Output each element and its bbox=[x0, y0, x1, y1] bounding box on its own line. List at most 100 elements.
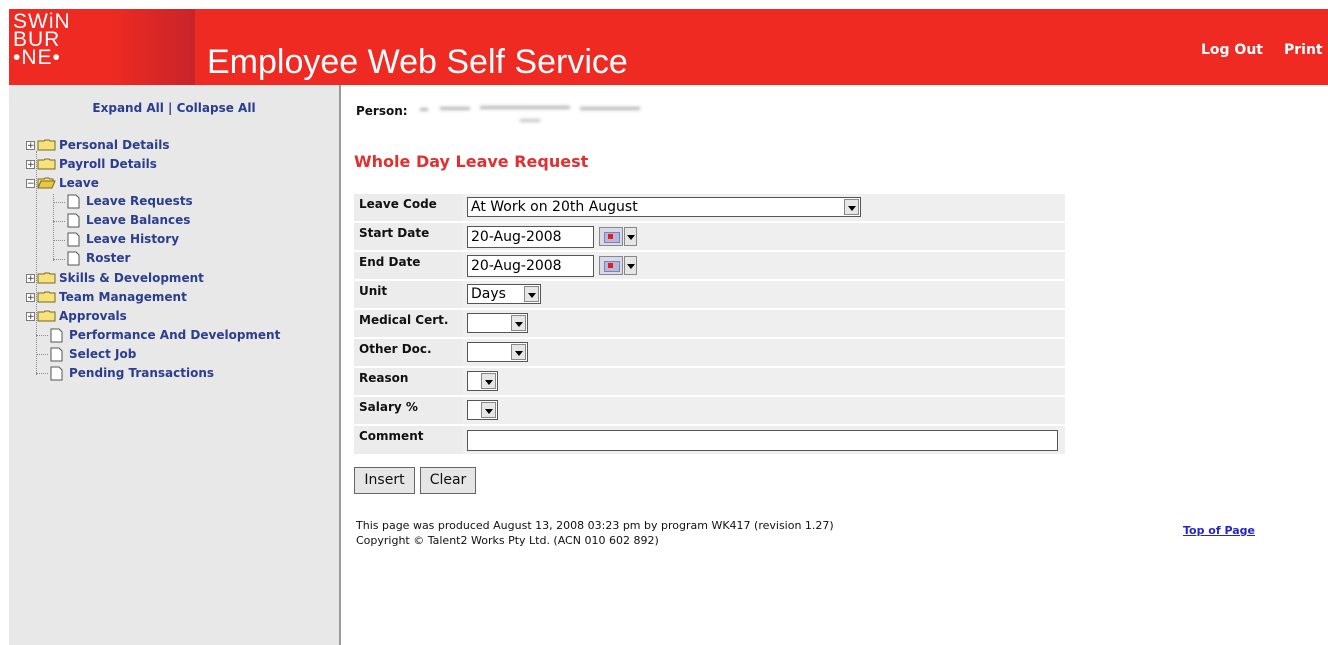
end-date-label: End Date bbox=[359, 255, 421, 269]
swinburne-logo: SWiN BUR •NE• bbox=[9, 9, 195, 85]
sidebar-item-label: Approvals bbox=[59, 309, 127, 323]
unit-select[interactable]: Days bbox=[467, 284, 541, 304]
comment-label: Comment bbox=[359, 429, 424, 443]
footer-produced-text: This page was produced August 13, 2008 0… bbox=[356, 519, 834, 532]
page-icon bbox=[50, 366, 63, 380]
collapse-minus-icon[interactable]: − bbox=[26, 178, 35, 188]
dropdown-arrow-icon[interactable] bbox=[524, 286, 539, 302]
dropdown-arrow-icon[interactable] bbox=[511, 315, 526, 331]
dropdown-arrow-icon[interactable] bbox=[511, 344, 526, 360]
sidebar-item-personal-details[interactable]: + Personal Details bbox=[26, 136, 169, 154]
page-icon bbox=[67, 194, 80, 208]
sidebar-item-skills-development[interactable]: + Skills & Development bbox=[26, 269, 204, 287]
tree-line bbox=[36, 373, 48, 374]
sidebar-item-label: Leave bbox=[59, 176, 99, 190]
folder-icon bbox=[37, 310, 56, 322]
start-date-input[interactable]: 20-Aug-2008 bbox=[467, 226, 594, 248]
tree-line bbox=[53, 259, 65, 260]
redacted-person-name bbox=[420, 106, 640, 122]
sidebar-item-label: Team Management bbox=[59, 290, 187, 304]
other-doc-label: Other Doc. bbox=[359, 342, 432, 356]
sidebar-item-label: Roster bbox=[86, 251, 131, 265]
salary-label: Salary % bbox=[359, 400, 418, 414]
leave-code-label: Leave Code bbox=[359, 197, 437, 211]
logo-text: SWiN BUR •NE• bbox=[13, 10, 71, 69]
sidebar-item-label: Pending Transactions bbox=[69, 366, 215, 380]
sidebar-item-leave-requests[interactable]: Leave Requests bbox=[67, 192, 193, 210]
sidebar-item-team-management[interactable]: + Team Management bbox=[26, 288, 187, 306]
sidebar-item-label: Leave Balances bbox=[86, 213, 191, 227]
sidebar-item-roster[interactable]: Roster bbox=[67, 249, 130, 267]
salary-row: Salary % bbox=[354, 397, 1065, 426]
reason-label: Reason bbox=[359, 371, 409, 385]
expand-plus-icon[interactable]: + bbox=[26, 292, 35, 302]
sidebar-item-leave-history[interactable]: Leave History bbox=[67, 230, 179, 248]
expand-plus-icon[interactable]: + bbox=[26, 311, 35, 321]
expand-collapse-bar: Expand All | Collapse All bbox=[9, 101, 339, 115]
expand-plus-icon[interactable]: + bbox=[26, 140, 35, 150]
medical-cert-select[interactable] bbox=[467, 313, 528, 333]
expand-separator: | bbox=[163, 101, 177, 115]
leave-code-row: Leave Code At Work on 20th August bbox=[354, 194, 1065, 223]
comment-row: Comment bbox=[354, 426, 1065, 456]
tree-line bbox=[53, 221, 65, 222]
end-date-input[interactable]: 20-Aug-2008 bbox=[467, 255, 594, 277]
dropdown-arrow-icon[interactable] bbox=[481, 373, 496, 389]
sidebar-item-leave-balances[interactable]: Leave Balances bbox=[67, 211, 190, 229]
page-icon bbox=[67, 251, 80, 265]
dropdown-arrow-icon[interactable] bbox=[481, 402, 496, 418]
leave-code-select[interactable]: At Work on 20th August bbox=[467, 197, 861, 217]
page-footer: This page was produced August 13, 2008 0… bbox=[356, 518, 834, 548]
app-title: Employee Web Self Service bbox=[207, 43, 628, 81]
tree-line bbox=[53, 240, 65, 241]
expand-plus-icon[interactable]: + bbox=[26, 273, 35, 283]
collapse-all-link[interactable]: Collapse All bbox=[177, 101, 256, 115]
sidebar-item-performance-development[interactable]: Performance And Development bbox=[50, 326, 280, 344]
tree-line bbox=[36, 354, 48, 355]
clear-button[interactable]: Clear bbox=[420, 467, 476, 494]
top-of-page-link[interactable]: Top of Page bbox=[1183, 524, 1255, 537]
medical-cert-row: Medical Cert. bbox=[354, 310, 1065, 339]
page-title: Whole Day Leave Request bbox=[354, 152, 589, 171]
app-header: SWiN BUR •NE• Employee Web Self Service … bbox=[9, 9, 1328, 85]
logout-link[interactable]: Log Out bbox=[1201, 42, 1263, 58]
insert-button[interactable]: Insert bbox=[354, 467, 415, 494]
open-folder-icon bbox=[37, 177, 56, 189]
unit-value: Days bbox=[471, 286, 506, 302]
sidebar-item-payroll-details[interactable]: + Payroll Details bbox=[26, 155, 157, 173]
calendar-icon bbox=[599, 227, 623, 246]
person-label: Person: bbox=[356, 104, 408, 118]
start-date-row: Start Date 20-Aug-2008 bbox=[354, 223, 1065, 252]
sidebar-item-leave[interactable]: − Leave bbox=[26, 174, 99, 192]
salary-select[interactable] bbox=[467, 400, 498, 420]
reason-row: Reason bbox=[354, 368, 1065, 397]
calendar-icon bbox=[599, 256, 623, 275]
expand-plus-icon[interactable]: + bbox=[26, 159, 35, 169]
other-doc-select[interactable] bbox=[467, 342, 528, 362]
start-date-calendar-button[interactable] bbox=[599, 227, 639, 246]
sidebar-item-label: Leave Requests bbox=[86, 194, 193, 208]
tree-line bbox=[36, 335, 37, 375]
page-icon bbox=[67, 213, 80, 227]
end-date-calendar-button[interactable] bbox=[599, 256, 639, 275]
comment-input[interactable] bbox=[467, 430, 1058, 451]
print-link[interactable]: Print bbox=[1284, 42, 1323, 58]
sidebar-item-label: Performance And Development bbox=[69, 328, 281, 342]
folder-icon bbox=[37, 139, 56, 151]
tree-line bbox=[53, 194, 54, 261]
sidebar-item-select-job[interactable]: Select Job bbox=[50, 345, 136, 363]
start-date-label: Start Date bbox=[359, 226, 430, 240]
sidebar-item-label: Select Job bbox=[69, 347, 137, 361]
dropdown-arrow-icon bbox=[624, 227, 637, 246]
expand-all-link[interactable]: Expand All bbox=[92, 101, 163, 115]
sidebar-item-approvals[interactable]: + Approvals bbox=[26, 307, 127, 325]
page-icon bbox=[50, 328, 63, 342]
folder-icon bbox=[37, 272, 56, 284]
sidebar-item-pending-transactions[interactable]: Pending Transactions bbox=[50, 364, 214, 382]
footer-copyright-text: Copyright © Talent2 Works Pty Ltd. (ACN … bbox=[356, 534, 659, 547]
medical-cert-label: Medical Cert. bbox=[359, 313, 449, 327]
unit-label: Unit bbox=[359, 284, 388, 298]
reason-select[interactable] bbox=[467, 371, 498, 391]
dropdown-arrow-icon[interactable] bbox=[844, 199, 859, 215]
folder-icon bbox=[37, 291, 56, 303]
